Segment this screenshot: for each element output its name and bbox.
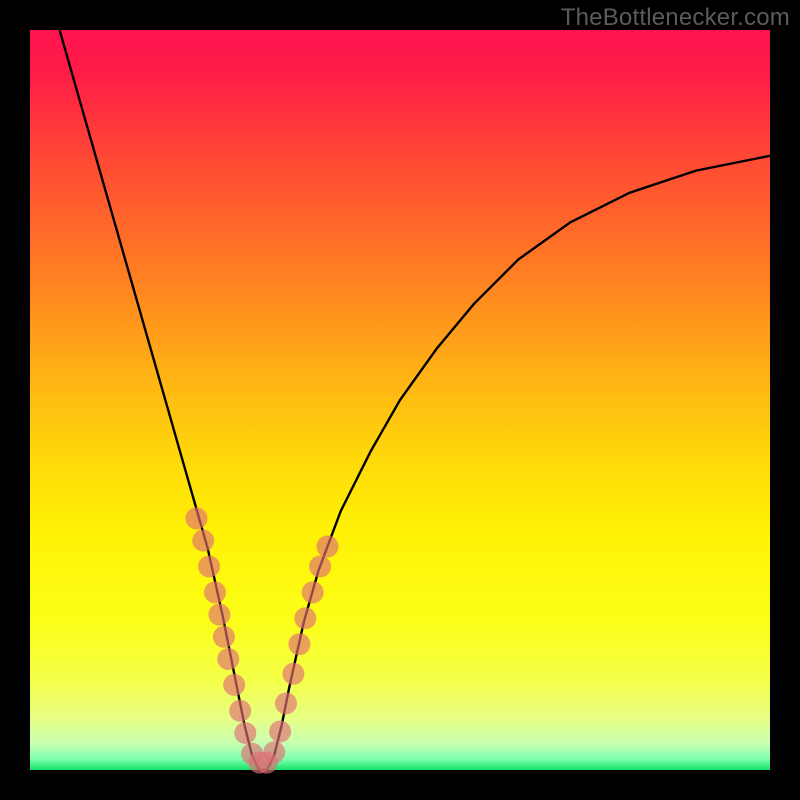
data-point [208, 604, 230, 626]
data-point [275, 692, 297, 714]
data-point [269, 721, 291, 743]
data-point [213, 626, 235, 648]
data-point [309, 556, 331, 578]
data-point [288, 633, 310, 655]
chart-container: TheBottlenecker.com [0, 0, 800, 800]
data-point [198, 556, 220, 578]
data-point [263, 741, 285, 763]
data-point [302, 581, 324, 603]
data-point [217, 648, 239, 670]
data-point [223, 674, 245, 696]
data-point [234, 722, 256, 744]
data-point [317, 536, 339, 558]
watermark-text: TheBottlenecker.com [561, 4, 790, 32]
data-point [204, 581, 226, 603]
data-point [186, 507, 208, 529]
data-point [282, 663, 304, 685]
data-point [229, 700, 251, 722]
chart-svg [0, 0, 800, 800]
data-point [294, 607, 316, 629]
data-point [192, 530, 214, 552]
